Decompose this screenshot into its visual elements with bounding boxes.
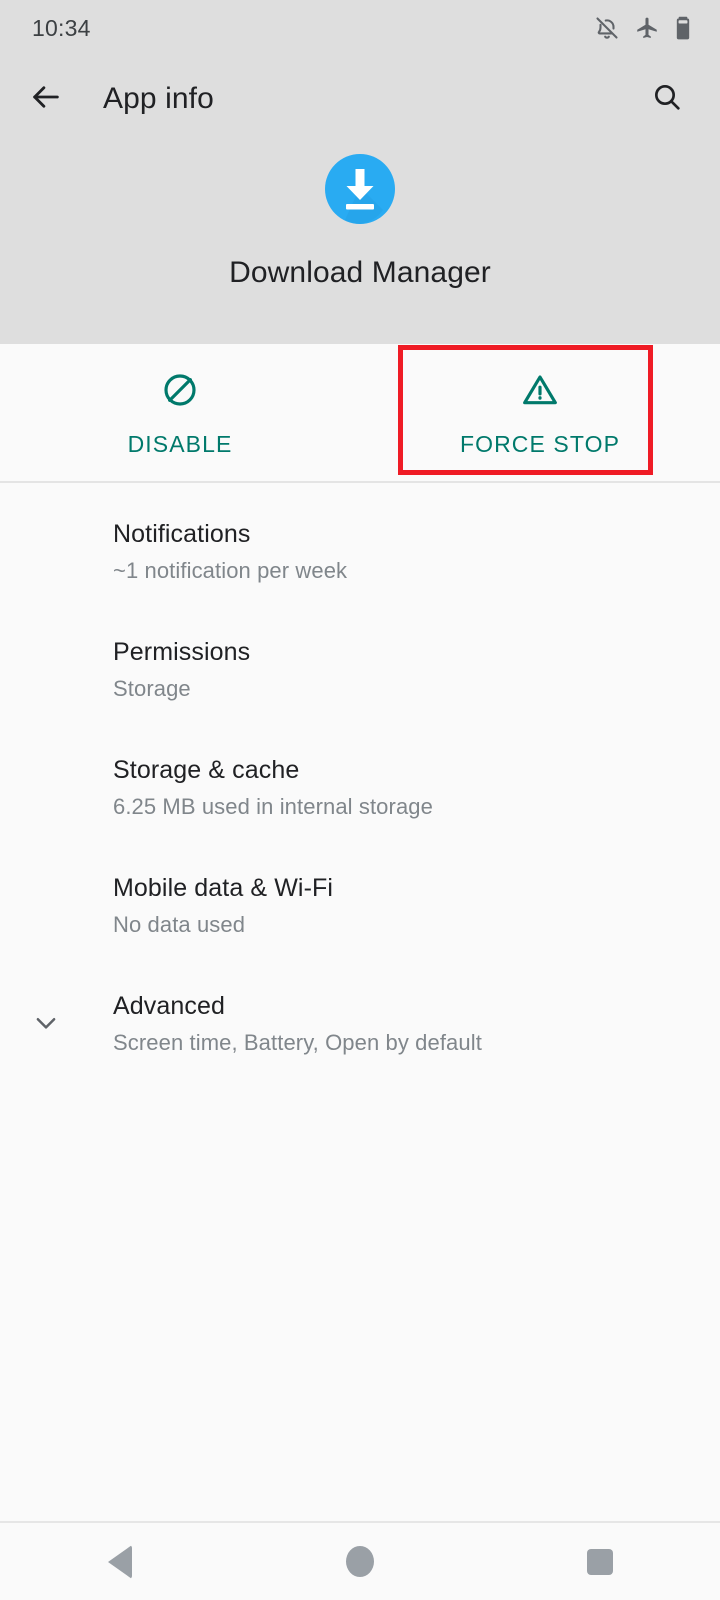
app-info-screen: 10:34 App info Download Manager DISABLE … (0, 0, 720, 1600)
list-item-permissions[interactable]: Permissions Storage (0, 610, 720, 728)
list-item-title: Storage & cache (113, 756, 300, 785)
download-manager-icon (323, 152, 397, 226)
list-item-title: Permissions (113, 638, 251, 667)
nav-home-button[interactable] (240, 1523, 480, 1600)
triangle-back-icon (108, 1544, 132, 1579)
battery-icon (674, 15, 692, 41)
list-item-notifications[interactable]: Notifications ~1 notification per week (0, 492, 720, 610)
warning-triangle-icon (520, 369, 560, 411)
square-recents-icon (587, 1548, 613, 1575)
nav-back-button[interactable] (0, 1523, 240, 1600)
notifications-off-icon (594, 15, 620, 41)
status-bar: 10:34 (0, 0, 720, 56)
list-item-subtitle: Screen time, Battery, Open by default (113, 1030, 482, 1056)
settings-list: Notifications ~1 notification per week P… (0, 492, 720, 1082)
status-bar-icons (594, 15, 692, 41)
chevron-down-icon (26, 1003, 66, 1043)
app-bar: App info (0, 62, 720, 136)
list-item-subtitle: ~1 notification per week (113, 558, 348, 584)
system-navigation-bar (0, 1523, 720, 1600)
block-circle-slash-icon (160, 369, 200, 411)
search-icon (651, 81, 683, 118)
disable-button-label: DISABLE (127, 430, 233, 457)
list-item-subtitle: No data used (113, 912, 246, 938)
list-item-title: Advanced (113, 992, 225, 1021)
airplane-mode-icon (634, 15, 660, 41)
list-item-storage-and-cache[interactable]: Storage & cache 6.25 MB used in internal… (0, 728, 720, 846)
back-button[interactable] (16, 69, 76, 129)
header-zone: 10:34 App info Download Manager (0, 0, 720, 344)
list-item-subtitle: Storage (113, 676, 191, 702)
disable-button[interactable]: DISABLE (0, 344, 360, 482)
list-item-advanced[interactable]: Advanced Screen time, Battery, Open by d… (0, 964, 720, 1082)
list-item-subtitle: 6.25 MB used in internal storage (113, 794, 433, 820)
nav-recents-button[interactable] (480, 1523, 720, 1600)
list-item-title: Notifications (113, 520, 251, 549)
actions-divider (0, 481, 720, 483)
app-action-buttons: DISABLE FORCE STOP (0, 344, 720, 482)
circle-home-icon (346, 1546, 374, 1577)
list-item-mobile-data-and-wifi[interactable]: Mobile data & Wi-Fi No data used (0, 846, 720, 964)
search-button[interactable] (636, 68, 698, 130)
force-stop-button-label: FORCE STOP (459, 430, 621, 457)
page-title: App info (103, 82, 214, 115)
list-item-title: Mobile data & Wi-Fi (113, 874, 334, 903)
app-identity: Download Manager (0, 152, 720, 290)
status-bar-clock: 10:34 (32, 14, 91, 41)
app-name: Download Manager (229, 256, 491, 289)
arrow-back-icon (29, 80, 63, 119)
force-stop-button[interactable]: FORCE STOP (360, 344, 720, 482)
